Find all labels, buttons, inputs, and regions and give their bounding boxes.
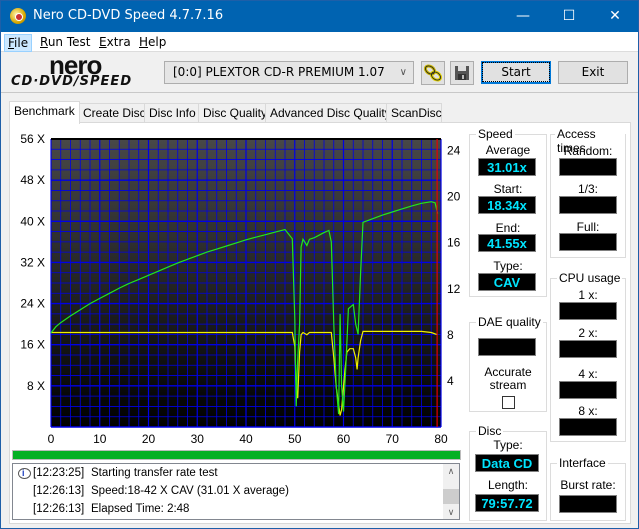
average-speed-value: 31.01x — [478, 158, 536, 176]
speed-group-title: Speed — [476, 127, 515, 141]
y-right-tick-label: 12 — [447, 282, 461, 296]
x-tick-label: 20 — [142, 432, 156, 446]
burst-rate-label: Burst rate: — [560, 478, 616, 492]
y-left-tick-label: 24 X — [20, 297, 45, 311]
scroll-down-icon[interactable]: ∨ — [443, 505, 459, 519]
minimize-button[interactable]: — — [500, 1, 546, 32]
maximize-button[interactable]: ☐ — [546, 1, 592, 32]
accurate-stream-label-2: stream — [489, 378, 527, 392]
interface-group: Interface Burst rate: — [550, 456, 626, 521]
dae-quality-title: DAE quality — [476, 315, 543, 329]
y-left-tick-label: 8 X — [27, 379, 45, 393]
accurate-stream-label: Accurate — [484, 365, 532, 379]
x-tick-label: 60 — [337, 432, 351, 446]
log-list: [12:23:25] Starting transfer rate test [… — [12, 463, 460, 520]
cpu-2x-value — [559, 340, 617, 358]
tab-benchmark[interactable]: Benchmark — [9, 101, 80, 124]
x-tick-label: 70 — [386, 432, 400, 446]
burst-rate-value — [559, 495, 617, 513]
end-speed-value: 41.55x — [478, 234, 536, 252]
app-window: Nero CD-DVD Speed 4.7.7.16 — ☐ ✕ File Ru… — [0, 0, 639, 529]
speed-group: Speed Average 31.01x Start: 18.34x End: … — [469, 127, 547, 297]
start-button-label: Start — [482, 62, 550, 82]
accurate-stream-checkbox[interactable] — [502, 396, 515, 409]
interface-title: Interface — [557, 456, 608, 470]
cpu-4x-label: 4 x: — [578, 367, 598, 381]
x-tick-label: 80 — [434, 432, 448, 446]
third-access-value — [559, 196, 617, 214]
cpu-8x-label: 8 x: — [578, 404, 598, 418]
start-label: Start: — [493, 182, 523, 196]
y-left-tick-label: 16 X — [20, 338, 45, 352]
y-right-tick-label: 20 — [447, 190, 461, 204]
full-label: Full: — [576, 220, 600, 234]
disc-length-value: 79:57.72 — [475, 494, 539, 512]
benchmark-chart: 0 10 20 30 40 50 60 70 80 8 X 16 X 24 X 32 X 40 X 48 X… — [20, 132, 461, 446]
y-left-tick-label: 56 X — [20, 132, 45, 146]
grid-lines — [50, 138, 442, 428]
x-tick-label: 50 — [288, 432, 302, 446]
x-tick-label: 0 — [48, 432, 55, 446]
cpu-1x-value — [559, 302, 617, 320]
close-button[interactable]: ✕ — [592, 1, 638, 32]
disc-type-value: Data CD — [475, 454, 539, 472]
y-right-tick-label: 24 — [447, 144, 461, 158]
log-time: [12:26:13] — [33, 485, 85, 497]
disc-type-label: Type: — [493, 438, 523, 452]
cpu-4x-value — [559, 381, 617, 399]
log-time: [12:26:13] — [33, 503, 85, 515]
disc-group-title: Disc — [476, 424, 504, 438]
info-icon — [18, 466, 31, 481]
log-message: Speed:18-42 X CAV (31.01 X average) — [91, 485, 289, 497]
third-label: 1/3: — [577, 182, 598, 196]
log-scrollbar[interactable]: ∧ ∨ — [443, 464, 459, 519]
scroll-up-icon[interactable]: ∧ — [443, 464, 459, 478]
type-label: Type: — [493, 259, 523, 273]
disc-length-label: Length: — [487, 478, 529, 492]
x-tick-label: 40 — [239, 432, 253, 446]
log-message: Starting transfer rate test — [91, 467, 218, 479]
start-speed-value: 18.34x — [478, 196, 536, 214]
y-left-tick-label: 32 X — [20, 255, 45, 269]
scroll-thumb[interactable] — [443, 489, 459, 504]
log-time: [12:23:25] — [33, 467, 85, 479]
y-right-tick-label: 16 — [447, 236, 461, 250]
dae-quality-group: DAE quality Accurate stream — [469, 315, 547, 412]
end-label: End: — [495, 221, 521, 235]
average-label: Average — [485, 143, 531, 157]
x-tick-label: 10 — [93, 432, 107, 446]
dae-quality-value — [478, 338, 536, 356]
y-left-tick-label: 40 X — [20, 214, 45, 228]
y-right-tick-label: 8 — [447, 328, 454, 342]
start-button[interactable]: Start — [481, 61, 551, 84]
access-times-group: Access times Random: 1/3: Full: — [550, 127, 626, 258]
cpu-8x-value — [559, 418, 617, 436]
disc-group: Disc Type: Data CD Length: 79:57.72 — [469, 424, 547, 521]
random-label: Random: — [563, 144, 613, 158]
full-access-value — [559, 233, 617, 251]
x-tick-label: 30 — [191, 432, 205, 446]
cpu-usage-group: CPU usage 1 x: 2 x: 4 x: 8 x: — [550, 271, 626, 442]
cpu-1x-label: 1 x: — [578, 288, 598, 302]
y-right-tick-label: 4 — [447, 374, 454, 388]
cpu-2x-label: 2 x: — [578, 326, 598, 340]
speed-type-value: CAV — [478, 273, 536, 291]
exit-button[interactable]: Exit — [558, 61, 628, 84]
y-left-tick-label: 48 X — [20, 173, 45, 187]
cpu-usage-title: CPU usage — [557, 271, 623, 285]
random-access-value — [559, 158, 617, 176]
progress-bar — [12, 450, 461, 460]
log-message: Elapsed Time: 2:48 — [91, 503, 190, 515]
